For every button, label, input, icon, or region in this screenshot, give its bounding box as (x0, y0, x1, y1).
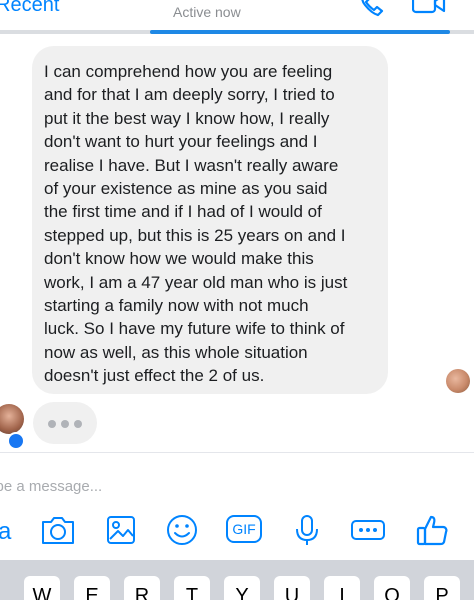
video-camera-icon[interactable] (412, 0, 446, 16)
header-accent-bar (150, 30, 450, 34)
key-y[interactable]: Y (224, 576, 260, 600)
key-t[interactable]: T (174, 576, 210, 600)
aa-button[interactable]: a (0, 518, 11, 552)
back-to-recent-link[interactable]: Recent (0, 0, 59, 17)
more-icon[interactable] (350, 513, 386, 547)
emoji-icon[interactable] (165, 513, 199, 547)
key-u[interactable]: U (274, 576, 310, 600)
active-status: Active now (173, 4, 241, 20)
gif-icon[interactable]: GIF (226, 515, 262, 543)
camera-icon[interactable] (40, 513, 76, 547)
seen-receipt-avatar (446, 369, 470, 393)
messenger-badge-icon (7, 432, 25, 450)
phone-icon[interactable] (358, 0, 384, 18)
sender-avatar[interactable] (0, 404, 24, 434)
conversation-header: Recent Active now (0, 0, 474, 32)
typing-dot (61, 420, 69, 428)
key-o[interactable]: O (374, 576, 410, 600)
messenger-conversation-screen: Recent Active now I can comprehend how y… (0, 0, 474, 600)
key-r[interactable]: R (124, 576, 160, 600)
key-p[interactable]: P (424, 576, 460, 600)
key-w[interactable]: W (24, 576, 60, 600)
key-i[interactable]: I (324, 576, 360, 600)
thumbs-up-icon[interactable] (414, 513, 450, 547)
gallery-icon[interactable] (104, 513, 138, 547)
typing-dot (74, 420, 82, 428)
gif-label: GIF (232, 521, 256, 537)
message-text: I can comprehend how you are feeling and… (44, 62, 348, 386)
message-input[interactable] (0, 473, 390, 499)
key-e[interactable]: E (74, 576, 110, 600)
microphone-icon[interactable] (292, 513, 322, 547)
composer-divider (0, 452, 474, 453)
typing-indicator (33, 402, 97, 444)
typing-dot (48, 420, 56, 428)
